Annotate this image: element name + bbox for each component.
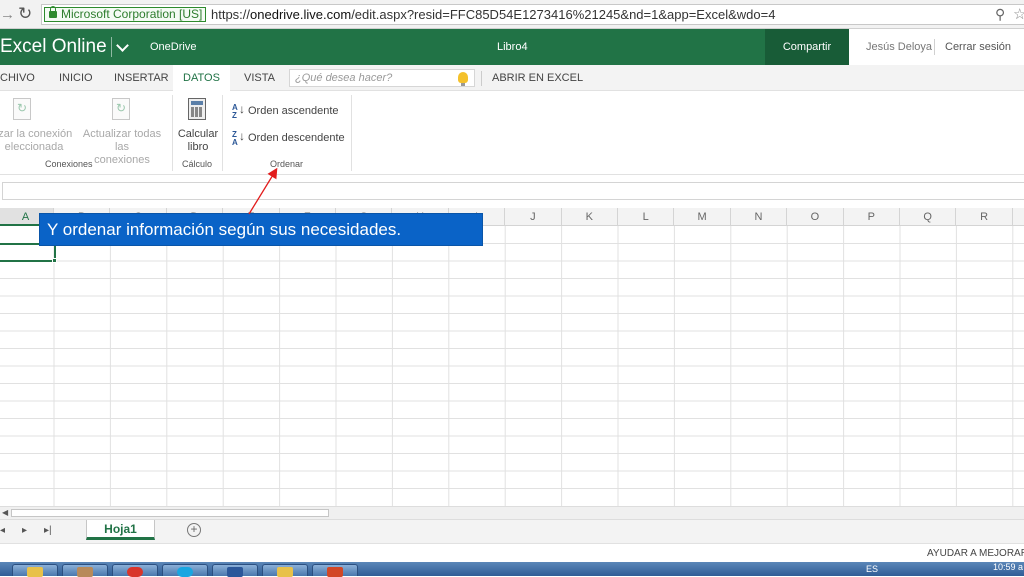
url-path: /edit.aspx?resid=FFC85D54E1273416%21245&… [351, 7, 776, 22]
clock[interactable]: 10:59 a [993, 562, 1023, 572]
address-bar[interactable]: Microsoft Corporation [US] https://onedr… [41, 4, 1024, 25]
sheet-tab-hoja1[interactable]: Hoja1 [86, 520, 155, 540]
ribbon-tabs: CHIVO INICIO INSERTAR DATOS VISTA ¿Qué d… [0, 65, 1024, 91]
taskbar-chrome[interactable] [112, 564, 158, 577]
sheet-prev-icon[interactable]: ◂ [0, 525, 5, 536]
tutorial-callout: Y ordenar información según sus necesida… [40, 214, 482, 245]
url-host: onedrive.live.com [250, 7, 352, 22]
refresh-all-icon [112, 98, 130, 120]
sheet-tab-bar: ◂ ▸ ▸| Hoja1 + [0, 519, 1024, 543]
group-label-calculation: Cálculo [182, 159, 213, 169]
scroll-left-icon[interactable]: ◀ [2, 508, 8, 517]
refresh-selected-connection-button[interactable]: izar la conexión eleccionada [0, 128, 76, 154]
column-header-o[interactable]: O [787, 208, 844, 226]
os-taskbar: ES 10:59 a [0, 562, 1024, 577]
chevron-down-icon[interactable] [116, 39, 129, 52]
group-label-connections: Conexiones [45, 159, 93, 169]
column-header-k[interactable]: K [562, 208, 618, 226]
tell-me-placeholder: ¿Qué desea hacer? [295, 72, 393, 84]
taskbar-powerpoint[interactable] [312, 564, 358, 577]
bookmark-star-icon[interactable]: ☆ [1013, 5, 1024, 23]
refresh-connection-icon [13, 98, 31, 120]
column-header-l[interactable]: L [618, 208, 675, 226]
taskbar-app[interactable] [62, 564, 108, 577]
column-header-q[interactable]: Q [900, 208, 957, 226]
sheet-last-icon[interactable]: ▸| [44, 525, 52, 536]
cell-gridlines[interactable] [0, 226, 1024, 506]
lightbulb-icon [458, 72, 468, 86]
scrollbar-thumb[interactable] [11, 509, 329, 517]
column-header-m[interactable]: M [674, 208, 731, 226]
column-header-n[interactable]: N [731, 208, 788, 226]
sign-out-link[interactable]: Cerrar sesión [945, 41, 1011, 53]
zoom-icon[interactable]: ⚲ [995, 6, 1005, 23]
tab-vista[interactable]: VISTA [244, 65, 275, 91]
taskbar-word[interactable] [212, 564, 258, 577]
language-indicator[interactable]: ES [866, 564, 878, 574]
ev-certificate-badge[interactable]: Microsoft Corporation [US] [44, 6, 207, 22]
taskbar-skype[interactable] [162, 564, 208, 577]
status-bar: AYUDAR A MEJORAR O [0, 543, 1024, 562]
ev-certificate-label: Microsoft Corporation [US] [61, 7, 203, 21]
open-in-excel-button[interactable]: ABRIR EN EXCEL [492, 65, 583, 91]
column-header-j[interactable]: J [505, 208, 562, 226]
column-header-r[interactable]: R [956, 208, 1013, 226]
tab-inicio[interactable]: INICIO [59, 65, 93, 91]
group-divider [351, 95, 352, 171]
document-title[interactable]: Libro4 [497, 41, 528, 53]
sort-ascending-icon: AZ [232, 104, 245, 120]
tab-datos[interactable]: DATOS [173, 65, 230, 91]
horizontal-scrollbar[interactable]: ◀ [0, 506, 1024, 519]
help-improve-link[interactable]: AYUDAR A MEJORAR O [927, 548, 1024, 559]
user-divider [934, 39, 935, 55]
url-text[interactable]: https://onedrive.live.com/edit.aspx?resi… [211, 7, 775, 22]
tab-insertar[interactable]: INSERTAR [114, 65, 169, 91]
browser-toolbar: → ↻ Microsoft Corporation [US] https://o… [0, 0, 1024, 29]
user-area: Jesús Deloya Cerrar sesión [849, 29, 1024, 65]
sort-descending-button[interactable]: Orden descendente [248, 132, 345, 145]
active-cell[interactable] [0, 243, 56, 262]
sheet-next-icon[interactable]: ▸ [22, 525, 27, 536]
forward-icon[interactable]: → [0, 6, 15, 23]
share-button[interactable]: Compartir [765, 29, 849, 65]
ribbon-body: izar la conexión eleccionada Actualizar … [0, 91, 1024, 175]
lock-icon [49, 6, 57, 18]
column-header-p[interactable]: P [844, 208, 900, 226]
calculator-icon [188, 98, 206, 120]
sort-descending-icon: ZA [232, 131, 245, 147]
calculate-book-button[interactable]: Calcular libro [176, 128, 220, 154]
app-header: Excel Online OneDrive Libro4 Compartir J… [0, 29, 1024, 65]
onedrive-link[interactable]: OneDrive [150, 41, 196, 53]
formula-input[interactable] [2, 182, 1024, 200]
fill-handle[interactable] [52, 258, 57, 263]
tab-archivo[interactable]: CHIVO [0, 65, 35, 91]
taskbar-files[interactable] [262, 564, 308, 577]
group-divider [172, 95, 173, 171]
taskbar-explorer[interactable] [12, 564, 58, 577]
reload-icon[interactable]: ↻ [18, 4, 32, 24]
app-name[interactable]: Excel Online [0, 36, 107, 58]
formula-bar-area [0, 175, 1024, 208]
add-sheet-icon[interactable]: + [187, 523, 201, 537]
sort-ascending-button[interactable]: Orden ascendente [248, 105, 339, 118]
group-divider [222, 95, 223, 171]
tabs-divider [481, 71, 482, 86]
user-name[interactable]: Jesús Deloya [866, 41, 932, 53]
header-divider [111, 37, 112, 57]
url-prefix: https:// [211, 7, 251, 22]
tell-me-search[interactable]: ¿Qué desea hacer? [289, 69, 475, 87]
group-label-sort: Ordenar [270, 159, 304, 169]
spreadsheet-grid[interactable]: ABCDEFGHIJKLMNOPQR [0, 208, 1024, 506]
